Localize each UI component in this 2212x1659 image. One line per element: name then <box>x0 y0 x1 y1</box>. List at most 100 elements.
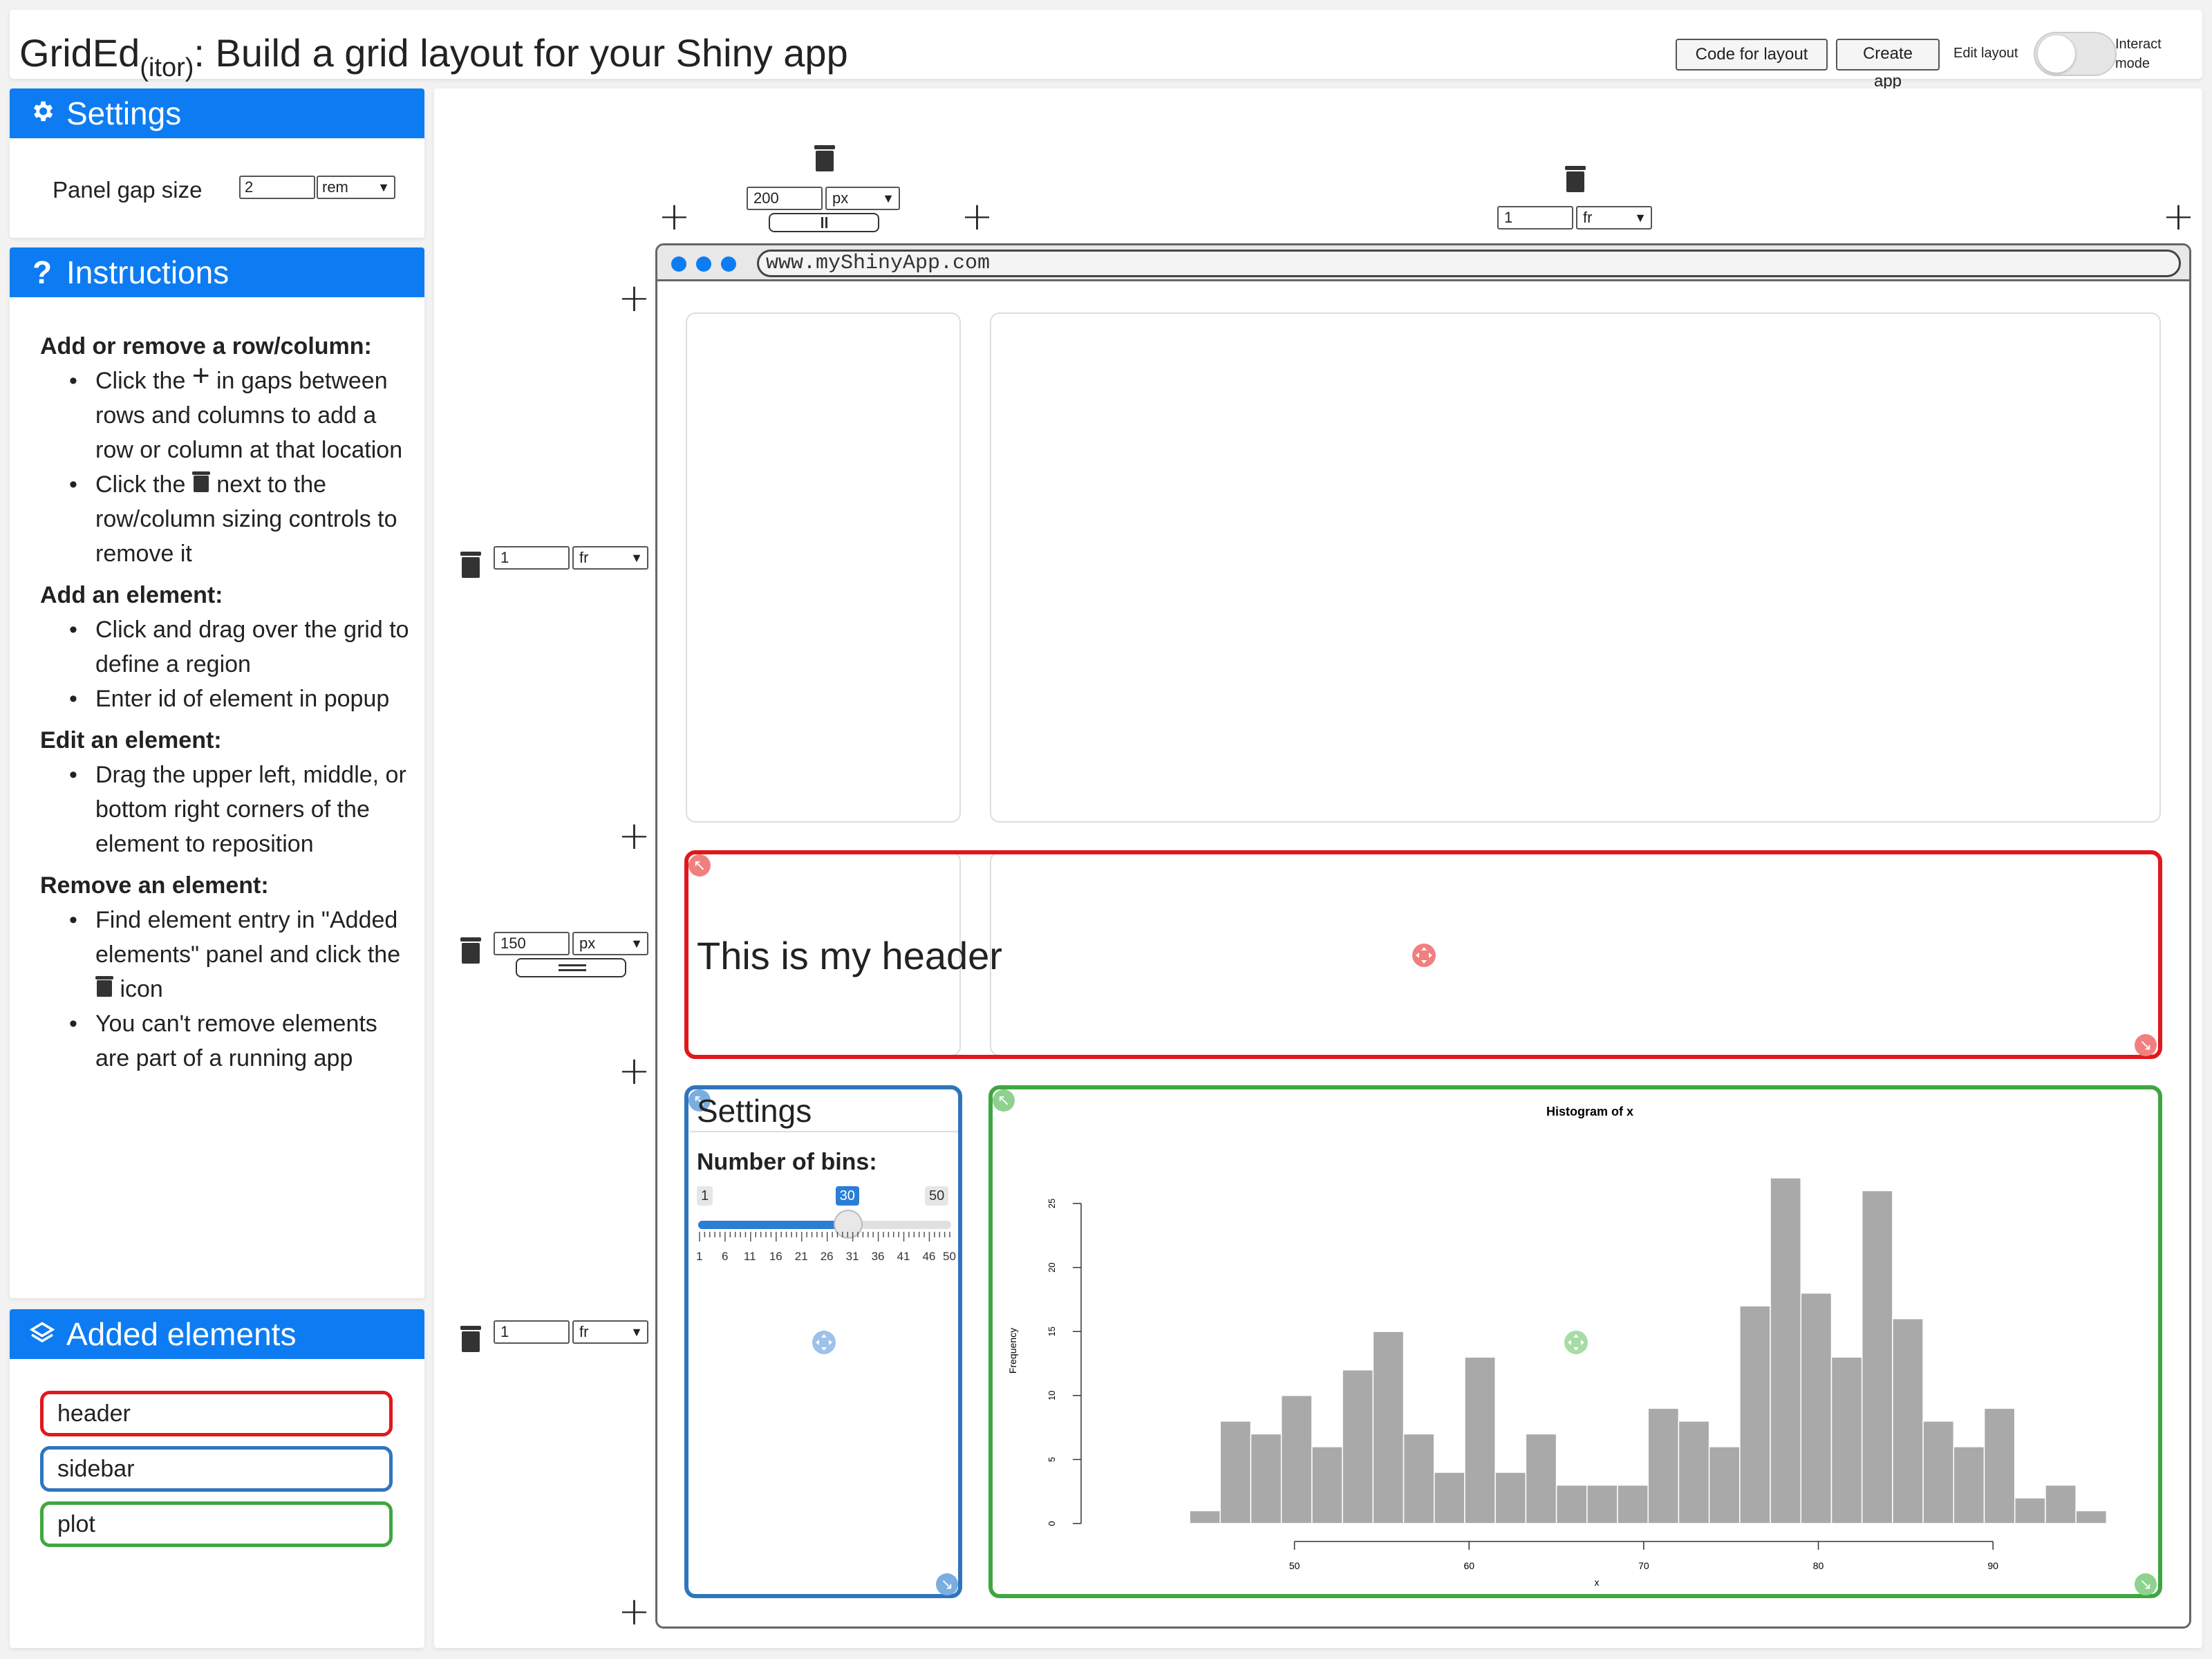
instr-heading-row-col: Add or remove a row/column: <box>40 333 372 359</box>
histogram-bar <box>1892 1318 1924 1524</box>
instr-item: Enter id of element in popup <box>65 682 413 716</box>
histogram-bar <box>1372 1331 1405 1524</box>
row-drag-handle[interactable] <box>516 958 626 977</box>
row-size-input[interactable]: 150 <box>494 932 570 955</box>
histogram-bar <box>1830 1356 1863 1524</box>
added-elements-panel: Added elements header sidebar plot <box>10 1309 424 1648</box>
toggle-knob[interactable] <box>2038 35 2075 73</box>
remove-column-icon[interactable] <box>1565 166 1586 194</box>
column-unit-select[interactable]: px ▼ <box>825 187 900 210</box>
slider-value-badge: 30 <box>835 1186 859 1206</box>
column-unit-select[interactable]: fr ▼ <box>1576 206 1652 229</box>
slider-ticks <box>699 1232 950 1241</box>
instructions-panel-title: Instructions <box>66 254 229 290</box>
move-icon[interactable] <box>1564 1330 1588 1355</box>
title-rest: : Build a grid layout for your Shiny app <box>194 31 848 75</box>
histogram-bar <box>1861 1190 1893 1524</box>
gap-size-input[interactable]: 2 <box>239 176 315 199</box>
histogram-bar <box>1494 1472 1527 1524</box>
drag-bottom-right-icon[interactable]: ↘ <box>936 1573 958 1595</box>
add-column-button[interactable]: + <box>658 198 691 236</box>
window-dot-icon <box>671 256 686 272</box>
app-header: GridEd(itor): Build a grid layout for yo… <box>10 10 2202 91</box>
remove-row-icon[interactable] <box>460 937 481 965</box>
code-for-layout-button[interactable]: Code for layout <box>1676 39 1828 71</box>
app-title: GridEd(itor): Build a grid layout for yo… <box>19 30 848 83</box>
added-element-header[interactable]: header <box>40 1391 393 1436</box>
added-element-sidebar[interactable]: sidebar <box>40 1446 393 1492</box>
remove-row-icon[interactable] <box>460 552 481 579</box>
instr-item: Click the next to the row/column sizing … <box>65 467 413 571</box>
row-unit-select[interactable]: fr ▼ <box>572 546 648 570</box>
move-icon[interactable] <box>812 1330 836 1355</box>
column-size-input[interactable]: 200 <box>747 187 823 210</box>
column-size-input[interactable]: 1 <box>1497 206 1573 229</box>
x-tick-label: 80 <box>1813 1560 1824 1571</box>
instr-item: You can't remove elements are part of a … <box>65 1006 413 1076</box>
chevron-down-icon: ▼ <box>630 937 643 950</box>
gear-icon <box>26 88 58 138</box>
interact-mode-label: Interact mode <box>2115 37 2162 71</box>
row-unit-select[interactable]: px ▼ <box>572 932 648 955</box>
slider-tick-label: 46 <box>922 1250 936 1263</box>
bins-slider-track[interactable] <box>698 1221 951 1229</box>
instr-item: Drag the upper left, middle, or bottom r… <box>65 758 413 861</box>
chevron-down-icon: ▼ <box>377 180 390 194</box>
edit-layout-label: Edit layout <box>1953 46 2018 61</box>
histogram-bar <box>1525 1433 1557 1524</box>
histogram-bar <box>1586 1484 1618 1524</box>
mode-toggle[interactable] <box>2034 32 2117 76</box>
histogram-bar <box>2075 1510 2108 1524</box>
sidebar-title: Settings <box>697 1093 812 1129</box>
add-row-button[interactable]: + <box>618 279 650 318</box>
bins-label: Number of bins: <box>697 1149 877 1175</box>
header-text: This is my header <box>697 934 1002 977</box>
row-size-input[interactable]: 1 <box>494 1320 570 1344</box>
histogram-bar <box>1342 1369 1374 1524</box>
add-column-button[interactable]: + <box>961 198 993 236</box>
browser-url-bar: www.myShinyApp.com <box>657 245 2189 281</box>
histogram-bar <box>1647 1407 1680 1524</box>
slider-tick-label: 26 <box>820 1250 834 1263</box>
y-tick-label: 15 <box>1047 1327 1057 1336</box>
drag-bottom-right-icon[interactable]: ↘ <box>2135 1034 2157 1056</box>
histogram-bar <box>2014 1497 2046 1524</box>
x-tick-label: 70 <box>1638 1560 1649 1571</box>
slider-tick-label: 31 <box>845 1250 859 1263</box>
add-row-button[interactable]: + <box>618 1593 650 1631</box>
added-elements-header: Added elements <box>10 1309 424 1359</box>
slider-max-badge: 50 <box>925 1186 949 1206</box>
chevron-down-icon: ▼ <box>630 551 643 565</box>
histogram-bar <box>1708 1446 1741 1524</box>
settings-panel-title: Settings <box>66 95 182 131</box>
remove-row-icon[interactable] <box>460 1326 481 1353</box>
histogram-bar <box>1311 1446 1343 1524</box>
column-drag-handle[interactable] <box>769 213 879 232</box>
histogram-bar <box>1280 1395 1313 1524</box>
y-tick-label: 0 <box>1047 1521 1057 1526</box>
chevron-down-icon: ▼ <box>1634 211 1647 225</box>
row-size-input[interactable]: 1 <box>494 546 570 570</box>
add-column-button[interactable]: + <box>2162 198 2195 236</box>
remove-column-icon[interactable] <box>814 145 835 173</box>
instr-heading-edit-element: Edit an element: <box>40 727 222 753</box>
drag-upper-left-icon[interactable]: ↖ <box>688 854 711 877</box>
histogram-bar <box>2045 1484 2077 1524</box>
instr-item: Click the + in gaps between rows and col… <box>65 359 413 467</box>
gap-size-label: Panel gap size <box>53 177 203 203</box>
move-icon[interactable] <box>1412 943 1436 968</box>
y-axis-label: Frequency <box>1007 1328 1018 1374</box>
grid-cell[interactable] <box>990 312 2161 823</box>
trash-icon <box>191 471 210 494</box>
plus-icon: + <box>191 359 210 393</box>
slider-tick-label: 1 <box>696 1250 703 1263</box>
slider-min-badge: 1 <box>697 1186 713 1206</box>
histogram-bar <box>1555 1484 1588 1524</box>
row-unit-select[interactable]: fr ▼ <box>572 1320 648 1344</box>
grid-cell[interactable] <box>686 312 961 823</box>
add-row-button[interactable]: + <box>618 1052 650 1091</box>
gap-unit-select[interactable]: rem ▼ <box>317 176 395 199</box>
add-row-button[interactable]: + <box>618 817 650 856</box>
added-element-plot[interactable]: plot <box>40 1501 393 1547</box>
create-app-button[interactable]: Create app <box>1836 39 1940 91</box>
